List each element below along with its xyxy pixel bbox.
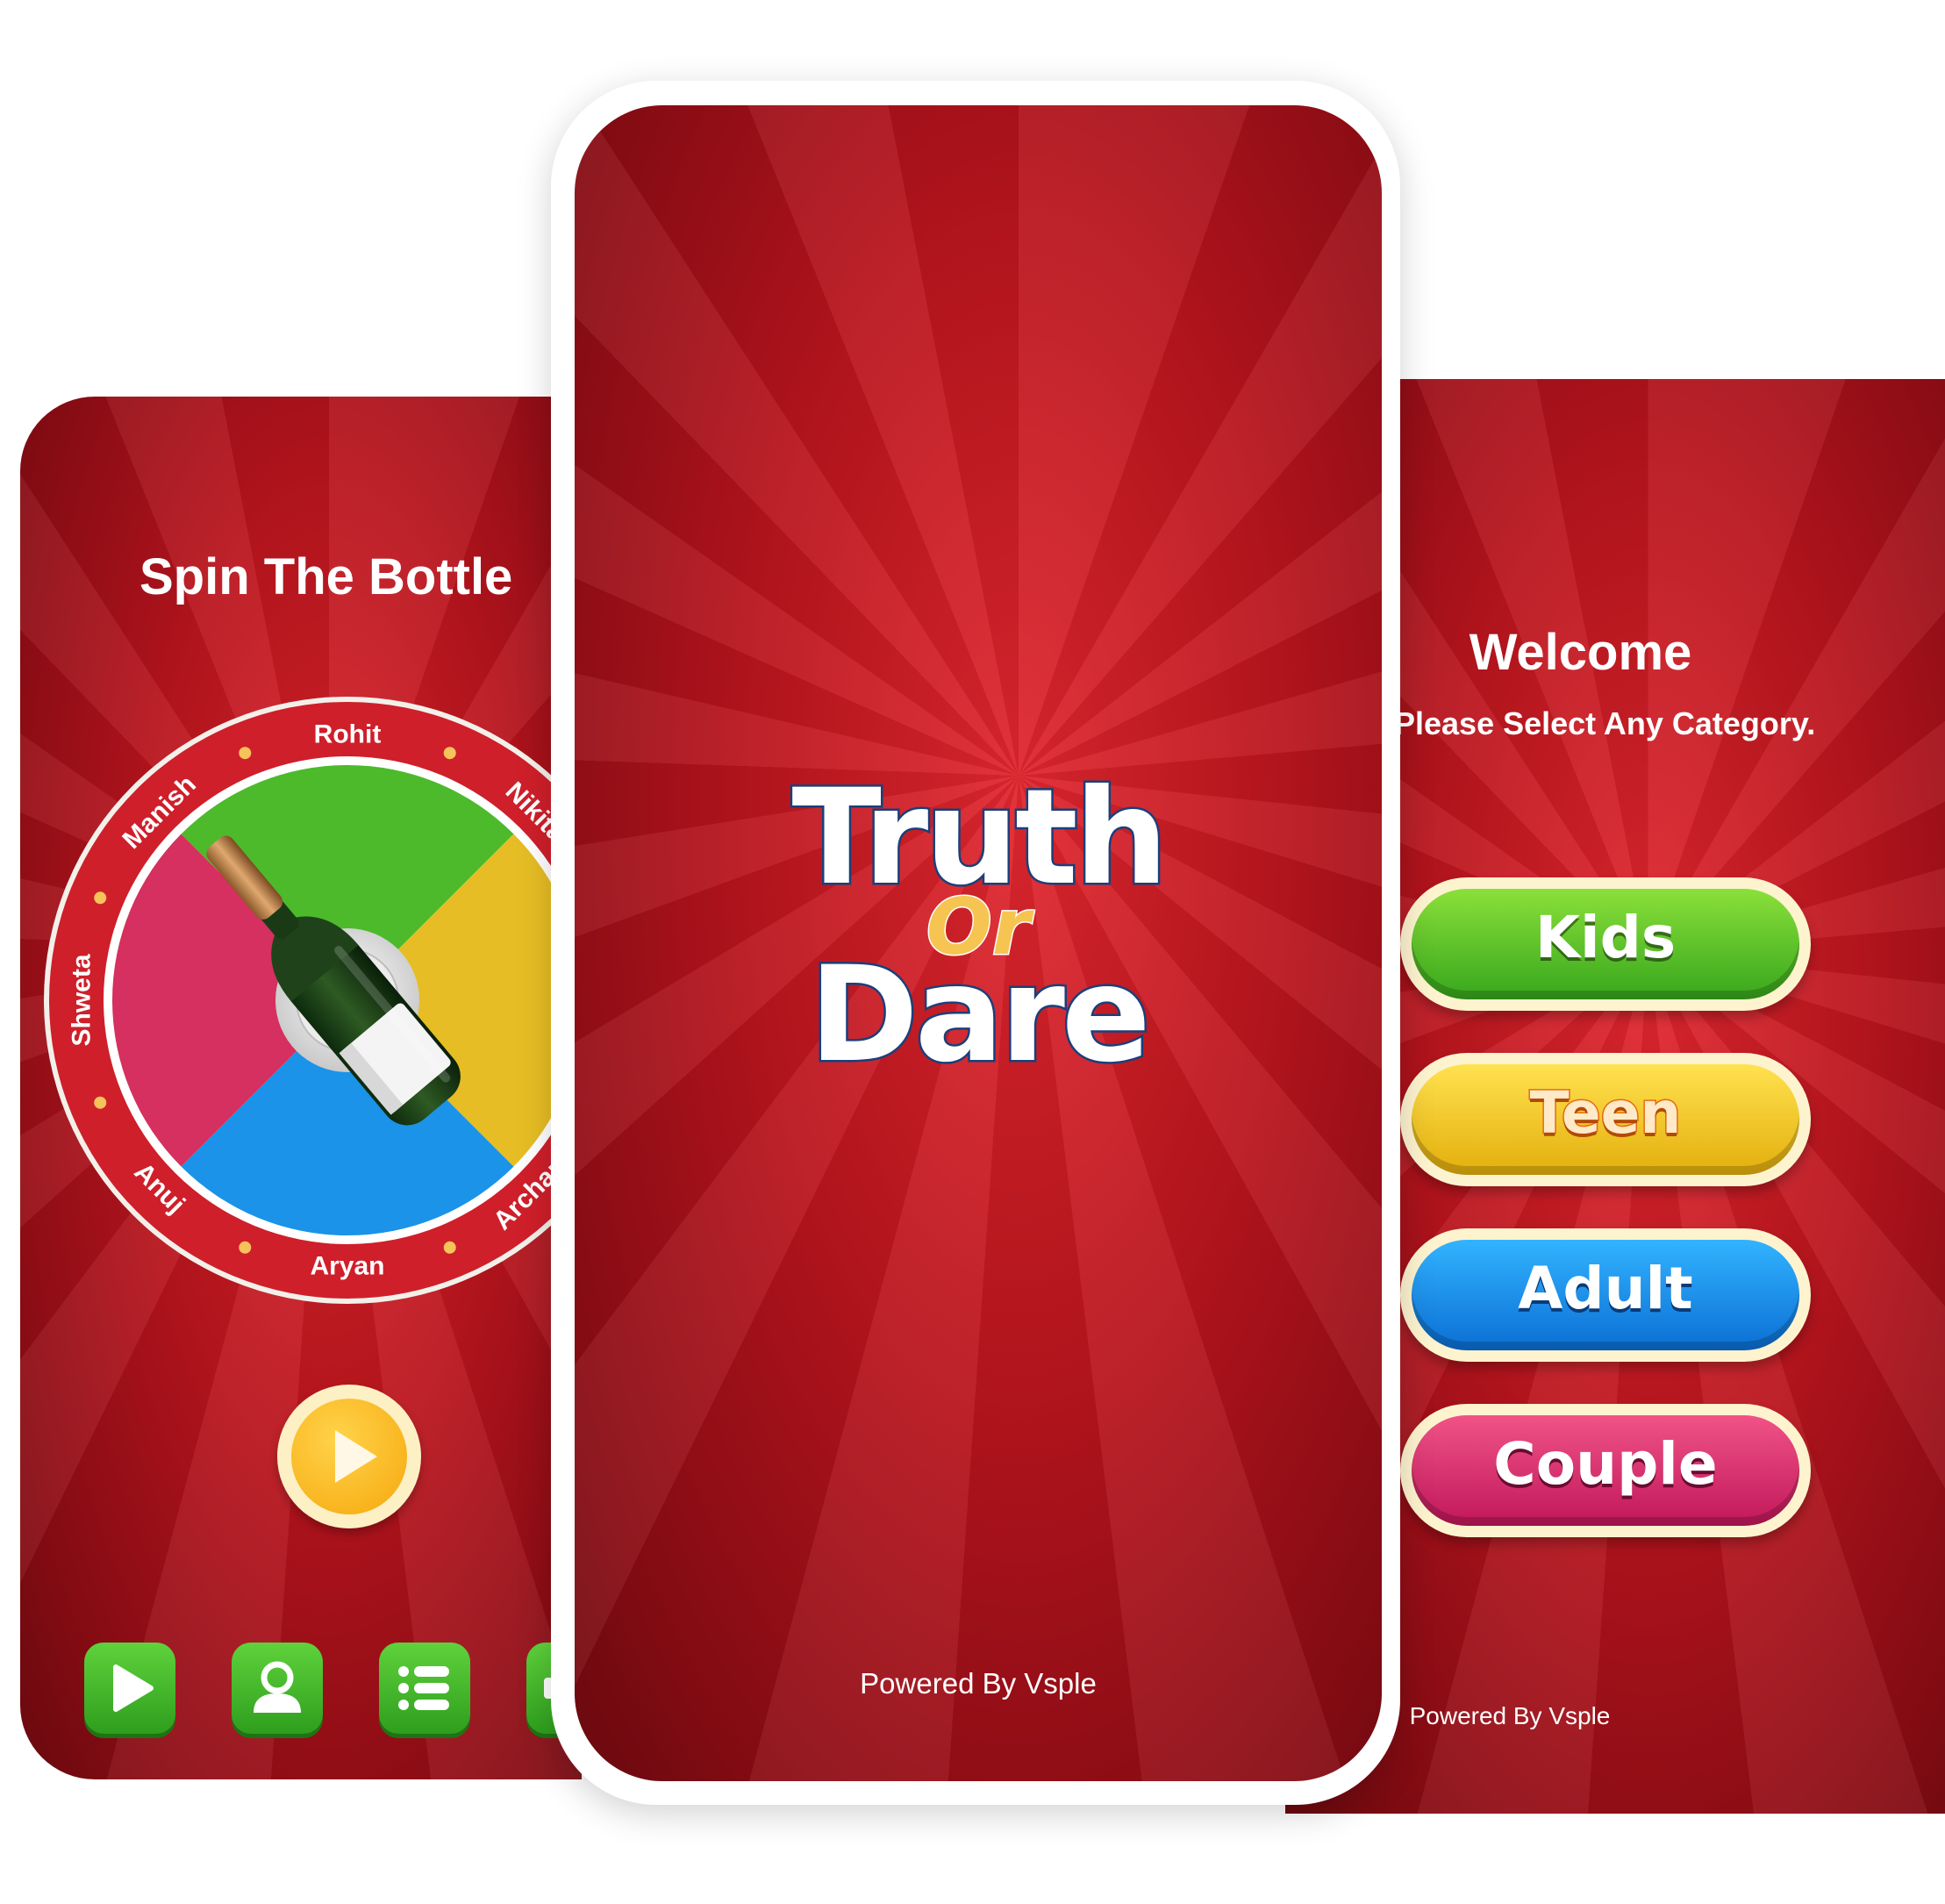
tab-play[interactable]: [84, 1643, 175, 1734]
spin-wheel[interactable]: RohitNikitaArchanaAryanAnujShwetaManish: [20, 397, 582, 1779]
spin-bottle-screen: Spin The Bottle Rohit Nikita Archana Aryan A…: [20, 397, 582, 1779]
category-couple-button[interactable]: Couple: [1400, 1404, 1811, 1537]
category-kids-label: Kids: [1534, 904, 1677, 971]
category-kids-button[interactable]: Kids: [1400, 877, 1811, 1011]
list-icon: [398, 1666, 449, 1710]
spin-play-button[interactable]: [277, 1385, 421, 1528]
player-name-label: Aryan: [310, 1252, 384, 1281]
user-icon: [254, 1661, 301, 1713]
wheel-dot: [94, 891, 107, 905]
wheel-dot: [94, 1096, 107, 1109]
logo-dare: Dare: [807, 937, 1153, 1094]
wheel-dot: [443, 1241, 456, 1254]
play-icon: [335, 1430, 377, 1483]
tab-profile[interactable]: [232, 1643, 323, 1734]
category-couple-label: Couple: [1493, 1430, 1718, 1498]
player-name-label: Shweta: [68, 954, 97, 1046]
wheel-dot: [239, 1241, 252, 1254]
play-icon: [113, 1664, 154, 1712]
player-name-label: Rohit: [314, 720, 382, 749]
category-adult-button[interactable]: Adult: [1400, 1228, 1811, 1362]
wheel-dot: [443, 747, 456, 760]
category-teen-label: Teen: [1528, 1078, 1683, 1149]
category-subheading: Please Select Any Category.: [1394, 705, 1816, 741]
wheel-dot: [239, 747, 252, 760]
category-teen-button[interactable]: Teen: [1400, 1053, 1811, 1186]
category-adult-label: Adult: [1518, 1255, 1693, 1322]
tab-list[interactable]: [379, 1643, 470, 1734]
splash-screen: Truth Or Dare Powered By Vsple: [575, 105, 1382, 1781]
powered-by-footer: Powered By Vsple: [860, 1667, 1097, 1700]
